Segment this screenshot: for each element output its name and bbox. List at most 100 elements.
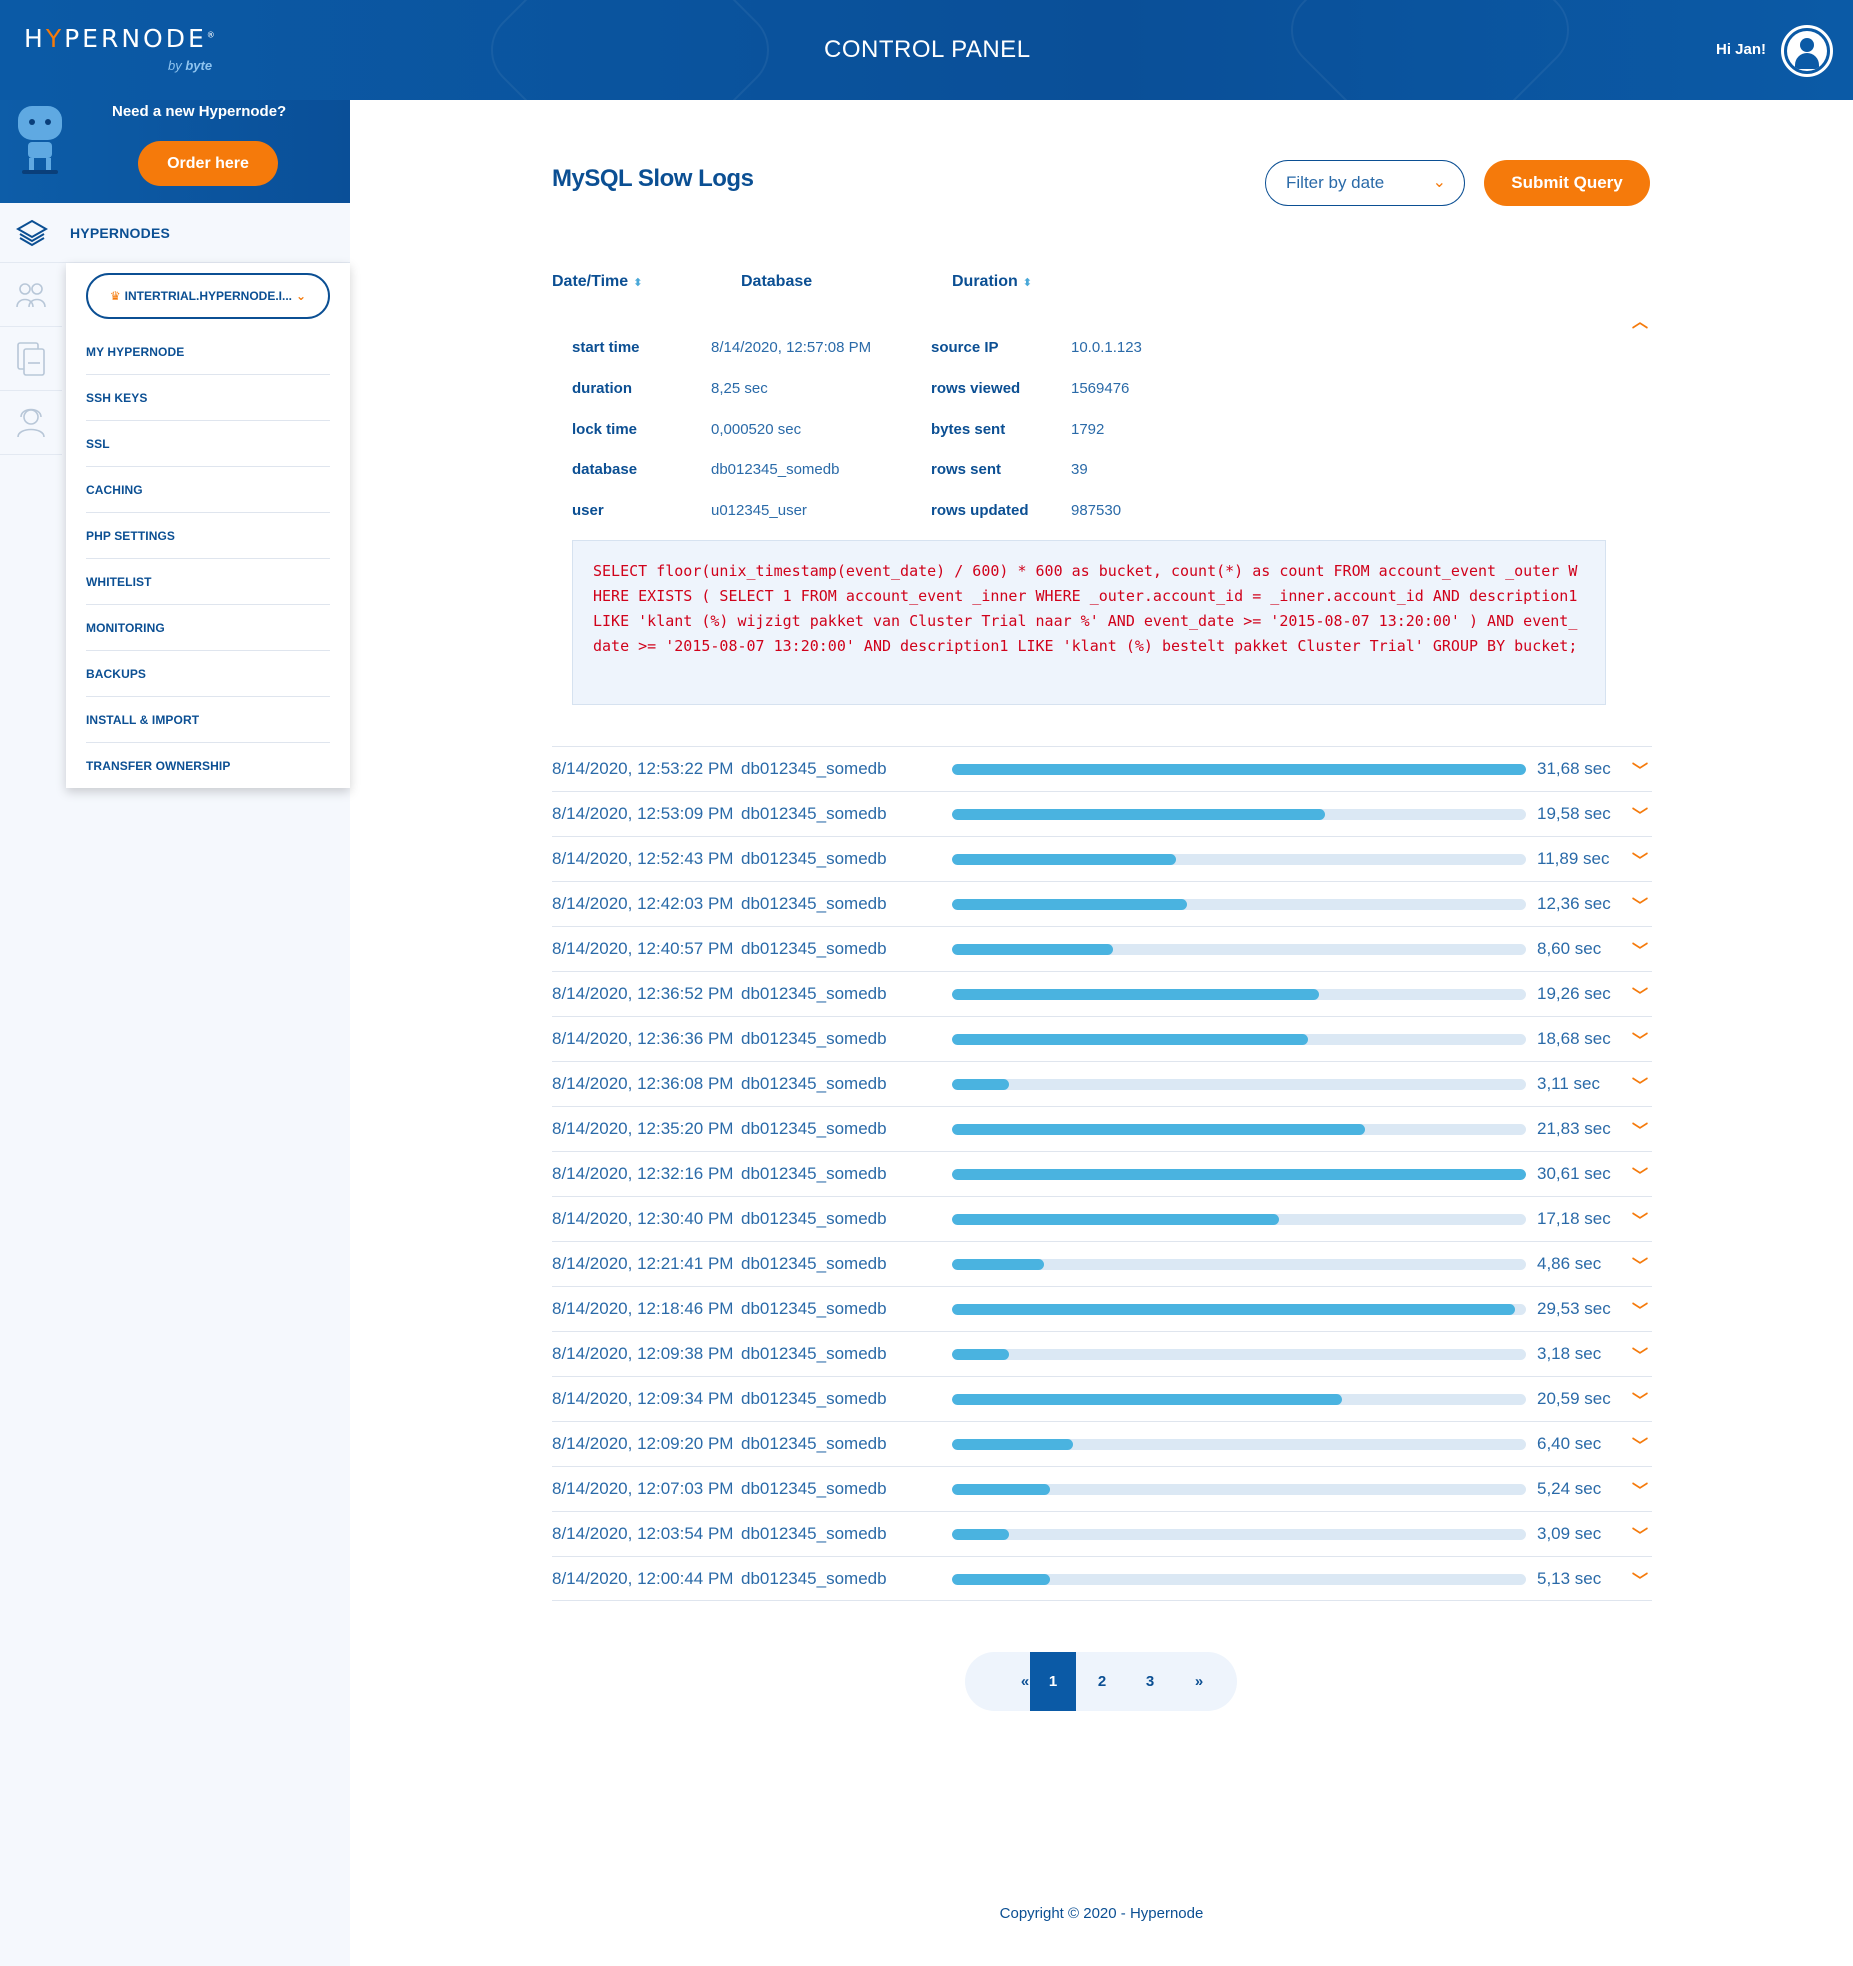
sidebar-item-support[interactable]: [0, 391, 62, 455]
table-row[interactable]: 8/14/2020, 12:07:03 PM db012345_somedb 5,2…: [552, 1466, 1652, 1511]
expand-chevron-down-icon[interactable]: ﹀: [1632, 1342, 1648, 1366]
table-row[interactable]: 8/14/2020, 12:42:03 PM db012345_somedb 12,…: [552, 881, 1652, 926]
row-database: db012345_somedb: [741, 1209, 887, 1228]
submenu-item[interactable]: TRANSFER OWNERSHIP: [86, 743, 330, 789]
expand-chevron-down-icon[interactable]: ﹀: [1632, 1252, 1648, 1276]
duration-bar-fill: [952, 1214, 1280, 1225]
table-row[interactable]: 8/14/2020, 12:30:40 PM db012345_somedb 17,…: [552, 1196, 1652, 1241]
expand-chevron-down-icon[interactable]: ﹀: [1632, 982, 1648, 1006]
row-duration: 29,53 sec: [1537, 1299, 1611, 1318]
expand-chevron-down-icon[interactable]: ﹀: [1632, 937, 1648, 961]
page-button-2[interactable]: 2: [1079, 1652, 1125, 1711]
expand-chevron-down-icon[interactable]: ﹀: [1632, 1522, 1648, 1546]
table-row[interactable]: 8/14/2020, 12:40:57 PM db012345_somedb 8,6…: [552, 926, 1652, 971]
duration-bar: [952, 1034, 1526, 1045]
row-database: db012345_somedb: [741, 1389, 887, 1408]
expand-chevron-down-icon[interactable]: ﹀: [1632, 1387, 1648, 1411]
submenu-item[interactable]: MONITORING: [86, 605, 330, 651]
order-here-button[interactable]: Order here: [138, 141, 278, 186]
detail-label: rows updated: [931, 502, 1029, 519]
pagination: « 1 2 3 »: [965, 1652, 1237, 1711]
duration-bar-fill: [952, 1484, 1050, 1495]
expand-chevron-down-icon[interactable]: ﹀: [1632, 1432, 1648, 1456]
duration-bar: [952, 1079, 1526, 1090]
row-duration: 3,18 sec: [1537, 1344, 1602, 1363]
table-row[interactable]: 8/14/2020, 12:09:34 PM db012345_somedb 20,…: [552, 1376, 1652, 1421]
duration-bar: [952, 1124, 1526, 1135]
sidebar-item-users[interactable]: [0, 263, 62, 327]
submenu-item[interactable]: MY HYPERNODE: [86, 329, 330, 375]
row-datetime: 8/14/2020, 12:32:16 PM: [552, 1164, 734, 1183]
detail-label: rows sent: [931, 461, 1002, 478]
submenu-item[interactable]: BACKUPS: [86, 651, 330, 697]
detail-value: 39: [1071, 461, 1088, 478]
column-header-duration[interactable]: Duration ⬍: [952, 273, 1032, 291]
submenu-item[interactable]: SSH KEYS: [86, 375, 330, 421]
table-row[interactable]: 8/14/2020, 12:36:08 PM db012345_somedb 3,1…: [552, 1061, 1652, 1106]
user-avatar-icon[interactable]: [1781, 25, 1833, 77]
expand-chevron-down-icon[interactable]: ﹀: [1632, 847, 1648, 871]
table-row[interactable]: 8/14/2020, 12:09:38 PM db012345_somedb 3,1…: [552, 1331, 1652, 1376]
sort-icon: ⬍: [633, 277, 643, 289]
column-header-datetime[interactable]: Date/Time ⬍: [552, 273, 642, 291]
page-button-3[interactable]: 3: [1127, 1652, 1173, 1711]
page-button-1[interactable]: 1: [1030, 1652, 1076, 1711]
table-row[interactable]: 8/14/2020, 12:21:41 PM db012345_somedb 4,8…: [552, 1241, 1652, 1286]
row-database: db012345_somedb: [741, 1074, 887, 1093]
row-database: db012345_somedb: [741, 1524, 887, 1543]
expand-chevron-down-icon[interactable]: ﹀: [1632, 802, 1648, 826]
table-row[interactable]: 8/14/2020, 12:52:43 PM db012345_somedb 11,…: [552, 836, 1652, 881]
row-datetime: 8/14/2020, 12:21:41 PM: [552, 1254, 734, 1273]
row-duration: 5,13 sec: [1537, 1569, 1602, 1588]
row-datetime: 8/14/2020, 12:09:34 PM: [552, 1389, 734, 1408]
table-row[interactable]: 8/14/2020, 12:35:20 PM db012345_somedb 21,…: [552, 1106, 1652, 1151]
expand-chevron-down-icon[interactable]: ﹀: [1632, 757, 1648, 781]
table-row[interactable]: 8/14/2020, 12:36:36 PM db012345_somedb 18,…: [552, 1016, 1652, 1061]
support-agent-icon: [17, 408, 45, 438]
duration-bar-fill: [952, 944, 1113, 955]
collapse-chevron-up-icon[interactable]: ︿: [1632, 308, 1648, 332]
table-row[interactable]: 8/14/2020, 12:32:16 PM db012345_somedb 30,…: [552, 1151, 1652, 1196]
crown-icon: ♛: [109, 289, 121, 303]
site-selector-value: INTERTRIAL.HYPERNODE.I...: [124, 289, 293, 303]
submenu-item[interactable]: CACHING: [86, 467, 330, 513]
submenu-item[interactable]: PHP SETTINGS: [86, 513, 330, 559]
table-row[interactable]: 8/14/2020, 12:53:22 PM db012345_somedb 31,…: [552, 746, 1652, 791]
expand-chevron-down-icon[interactable]: ﹀: [1632, 1567, 1648, 1591]
duration-bar: [952, 764, 1526, 775]
row-duration: 11,89 sec: [1537, 849, 1610, 868]
expand-chevron-down-icon[interactable]: ﹀: [1632, 1477, 1648, 1501]
expand-chevron-down-icon[interactable]: ﹀: [1632, 1027, 1648, 1051]
expand-chevron-down-icon[interactable]: ﹀: [1632, 1162, 1648, 1186]
duration-bar: [952, 1214, 1526, 1225]
expand-chevron-down-icon[interactable]: ﹀: [1632, 1072, 1648, 1096]
duration-bar-fill: [952, 1394, 1343, 1405]
hypernode-logo[interactable]: HYPERNODE®: [24, 24, 218, 53]
table-row[interactable]: 8/14/2020, 12:18:46 PM db012345_somedb 29,…: [552, 1286, 1652, 1331]
row-duration: 30,61 sec: [1537, 1164, 1611, 1183]
table-row[interactable]: 8/14/2020, 12:03:54 PM db012345_somedb 3,0…: [552, 1511, 1652, 1556]
table-row[interactable]: 8/14/2020, 12:09:20 PM db012345_somedb 6,4…: [552, 1421, 1652, 1466]
sidebar-item-documents[interactable]: [0, 327, 62, 391]
submenu-item[interactable]: SSL: [86, 421, 330, 467]
row-duration: 12,36 sec: [1537, 894, 1611, 913]
last-page-button[interactable]: »: [1176, 1652, 1222, 1711]
expand-chevron-down-icon[interactable]: ﹀: [1632, 1297, 1648, 1321]
table-row[interactable]: 8/14/2020, 12:36:52 PM db012345_somedb 19,…: [552, 971, 1652, 1016]
filter-placeholder: Filter by date: [1286, 173, 1385, 192]
expand-chevron-down-icon[interactable]: ﹀: [1632, 892, 1648, 916]
duration-bar-fill: [952, 1169, 1526, 1180]
duration-bar-fill: [952, 1439, 1073, 1450]
row-datetime: 8/14/2020, 12:53:22 PM: [552, 759, 734, 778]
submenu-item[interactable]: INSTALL & IMPORT: [86, 697, 330, 743]
table-row[interactable]: 8/14/2020, 12:00:44 PM db012345_somedb 5,1…: [552, 1556, 1652, 1601]
chevron-down-icon: ⌄: [1432, 174, 1446, 191]
expand-chevron-down-icon[interactable]: ﹀: [1632, 1207, 1648, 1231]
expand-chevron-down-icon[interactable]: ﹀: [1632, 1117, 1648, 1141]
submenu-item[interactable]: WHITELIST: [86, 559, 330, 605]
submit-query-button[interactable]: Submit Query: [1484, 160, 1650, 206]
table-row[interactable]: 8/14/2020, 12:53:09 PM db012345_somedb 19,…: [552, 791, 1652, 836]
sidebar-item-hypernodes[interactable]: HYPERNODES: [0, 203, 350, 263]
filter-by-date-dropdown[interactable]: Filter by date ⌄: [1265, 160, 1465, 206]
site-selector-dropdown[interactable]: ♛ INTERTRIAL.HYPERNODE.I... ⌄: [86, 273, 330, 319]
